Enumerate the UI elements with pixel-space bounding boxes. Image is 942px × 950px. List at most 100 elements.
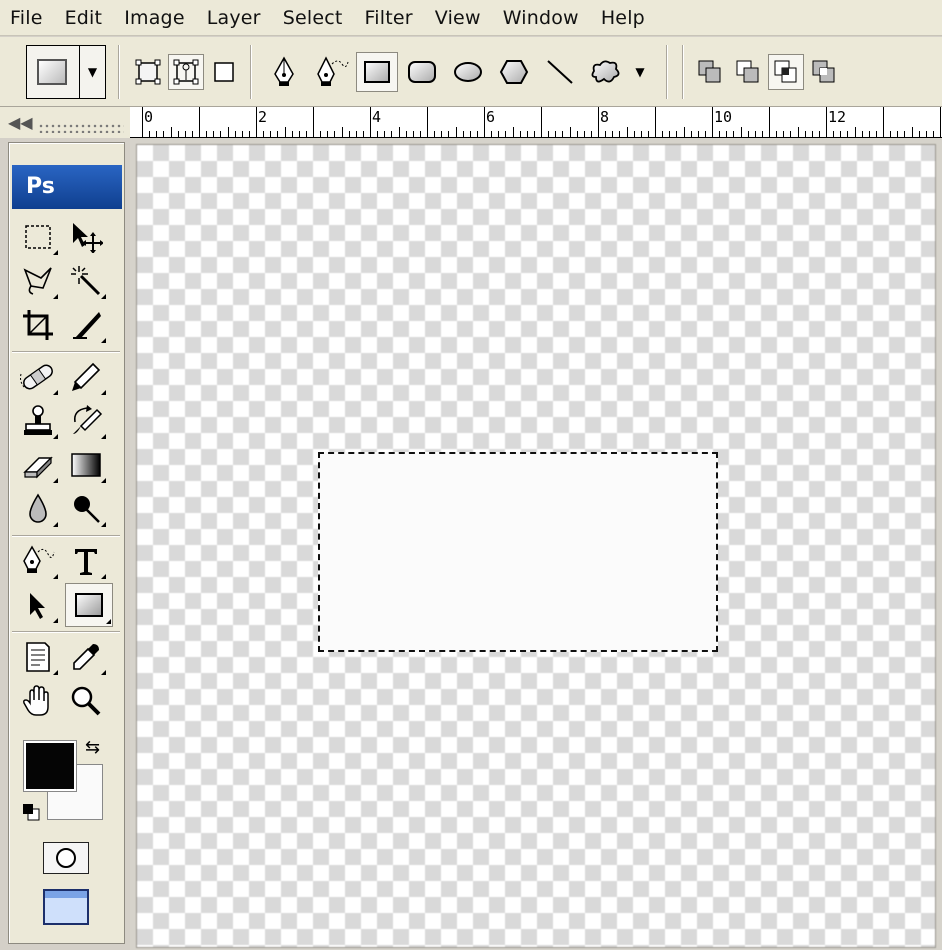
ruler-tick bbox=[555, 131, 557, 137]
rectangle-icon bbox=[364, 61, 390, 83]
menu-layer[interactable]: Layer bbox=[207, 7, 261, 29]
ruler-tick bbox=[590, 131, 592, 137]
photoshop-logo[interactable]: Ps bbox=[12, 165, 122, 209]
rectangle-tool[interactable] bbox=[65, 583, 113, 627]
shape-layers-button[interactable] bbox=[130, 54, 166, 90]
screen-mode-button[interactable] bbox=[43, 889, 89, 925]
menu-help[interactable]: Help bbox=[601, 7, 645, 29]
ruler-label: 6 bbox=[486, 108, 496, 126]
paths-button[interactable] bbox=[168, 54, 204, 90]
pen-icon bbox=[23, 545, 55, 573]
polygonal-lasso-icon bbox=[23, 267, 52, 295]
eraser-tool[interactable] bbox=[17, 445, 59, 485]
line-tool-button[interactable] bbox=[542, 54, 578, 90]
ruler-tick bbox=[419, 131, 421, 137]
menu-window[interactable]: Window bbox=[503, 7, 579, 29]
history-brush-tool[interactable] bbox=[65, 401, 107, 441]
horizontal-ruler[interactable]: 0 2 4 6 8 10 12 bbox=[130, 107, 942, 138]
ruler-tick bbox=[712, 107, 713, 137]
menu-file[interactable]: File bbox=[10, 7, 43, 29]
fill-pixels-button[interactable] bbox=[206, 54, 242, 90]
ruler-tick bbox=[206, 131, 208, 137]
eyedropper-tool[interactable] bbox=[65, 637, 107, 677]
rounded-rectangle-icon bbox=[408, 61, 436, 83]
rectangle-tool-button[interactable] bbox=[356, 52, 398, 92]
ruler-tick bbox=[156, 131, 158, 137]
exclude-overlapping-shape-areas-button[interactable] bbox=[806, 54, 842, 90]
notes-tool[interactable] bbox=[17, 637, 59, 677]
ruler-tick bbox=[541, 107, 542, 137]
zoom-tool[interactable] bbox=[65, 681, 107, 721]
ruler-tick bbox=[284, 127, 286, 137]
quick-mask-button[interactable] bbox=[43, 842, 89, 874]
path-selection-tool[interactable] bbox=[17, 585, 59, 625]
ellipse-tool-button[interactable] bbox=[450, 54, 486, 90]
menu-select[interactable]: Select bbox=[283, 7, 343, 29]
ruler-label: 8 bbox=[600, 108, 610, 126]
menu-edit[interactable]: Edit bbox=[65, 7, 103, 29]
default-colors-icon[interactable] bbox=[22, 803, 40, 821]
ruler-tick bbox=[526, 131, 528, 137]
palette-collapse-strip: ◀◀ bbox=[0, 107, 130, 138]
move-tool[interactable] bbox=[65, 217, 107, 257]
ruler-tick bbox=[220, 131, 222, 137]
ruler-tick bbox=[149, 131, 151, 137]
ruler-tick bbox=[548, 131, 550, 137]
blur-tool[interactable] bbox=[17, 489, 59, 529]
ruler-tick bbox=[533, 131, 535, 137]
magic-wand-tool[interactable] bbox=[65, 261, 107, 301]
freeform-pen-tool-button[interactable] bbox=[314, 54, 350, 90]
menu-image[interactable]: Image bbox=[124, 7, 185, 29]
marquee-tool[interactable] bbox=[17, 217, 59, 257]
clone-stamp-tool[interactable] bbox=[17, 401, 59, 441]
healing-brush-tool[interactable] bbox=[17, 357, 59, 397]
gradient-tool[interactable] bbox=[65, 445, 107, 485]
slice-tool[interactable] bbox=[65, 305, 107, 345]
lasso-tool[interactable] bbox=[17, 261, 59, 301]
ruler-tick bbox=[776, 131, 778, 137]
menu-bar: File Edit Image Layer Select Filter View… bbox=[0, 0, 942, 36]
options-separator bbox=[250, 45, 252, 99]
subtract-from-shape-area-button[interactable] bbox=[730, 54, 766, 90]
ruler-tick bbox=[598, 107, 599, 137]
ruler-tick bbox=[605, 131, 607, 137]
ruler-label: 2 bbox=[258, 108, 268, 126]
ruler-tick bbox=[199, 107, 200, 137]
grip-handle[interactable] bbox=[38, 123, 124, 133]
pen-tool-button[interactable] bbox=[266, 54, 302, 90]
crop-tool[interactable] bbox=[17, 305, 59, 345]
type-tool[interactable] bbox=[65, 541, 107, 581]
brush-tool[interactable] bbox=[65, 357, 107, 397]
marquee-selection[interactable] bbox=[318, 452, 718, 652]
move-icon bbox=[73, 223, 103, 253]
polygon-tool-button[interactable] bbox=[496, 54, 532, 90]
ruler-tick bbox=[298, 131, 300, 137]
custom-shape-dropdown[interactable]: ▼ bbox=[628, 54, 652, 90]
ruler-tick bbox=[377, 131, 379, 137]
ruler-tick bbox=[498, 131, 500, 137]
line-icon bbox=[547, 60, 573, 84]
hand-tool[interactable] bbox=[17, 681, 59, 721]
intersect-shape-areas-button[interactable] bbox=[768, 54, 804, 90]
dodge-tool[interactable] bbox=[65, 489, 107, 529]
ruler-tick bbox=[740, 127, 742, 137]
ruler-tick bbox=[640, 131, 642, 137]
menu-filter[interactable]: Filter bbox=[365, 7, 413, 29]
ruler-tick bbox=[569, 127, 571, 137]
path-pen-tool[interactable] bbox=[17, 541, 59, 581]
swap-colors-icon[interactable]: ⇆ bbox=[85, 737, 100, 758]
collapse-arrows-icon[interactable]: ◀◀ bbox=[8, 113, 33, 132]
ruler-tick bbox=[847, 131, 849, 137]
chevron-down-icon[interactable]: ▼ bbox=[79, 46, 105, 98]
add-to-shape-area-button[interactable] bbox=[692, 54, 728, 90]
rounded-rectangle-tool-button[interactable] bbox=[404, 54, 440, 90]
pen-icon bbox=[274, 56, 294, 86]
eyedropper-icon bbox=[73, 644, 99, 670]
tool-preset-picker[interactable]: ▼ bbox=[26, 45, 106, 99]
menu-view[interactable]: View bbox=[435, 7, 481, 29]
custom-shape-tool-button[interactable] bbox=[588, 54, 624, 90]
rectangular-marquee-icon bbox=[25, 225, 51, 249]
foreground-color-swatch[interactable] bbox=[23, 740, 77, 792]
ruler-tick bbox=[797, 127, 799, 137]
ruler-tick bbox=[833, 131, 835, 137]
